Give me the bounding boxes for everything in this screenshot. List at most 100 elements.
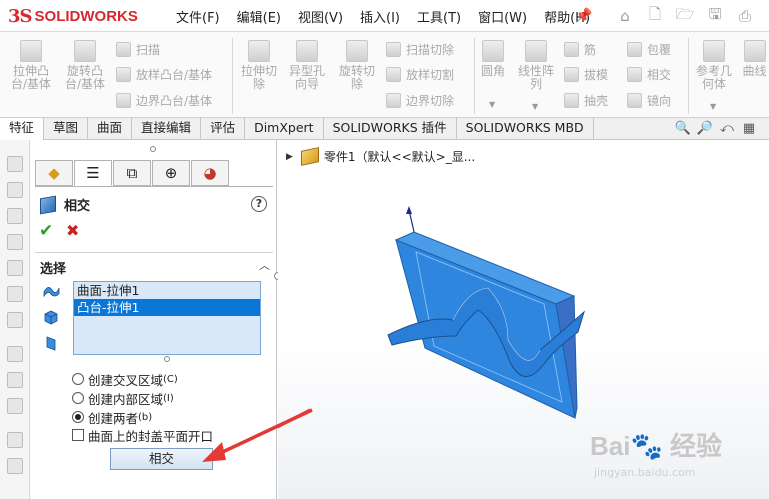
strip-tool-icon[interactable] bbox=[7, 234, 23, 250]
title-bar: 3S SOLIDWORKS 文件(F) 编辑(E) 视图(V) 插入(I) 工具… bbox=[0, 0, 769, 32]
strip-tool-icon[interactable] bbox=[7, 286, 23, 302]
graphics-area[interactable]: ▶ 零件1（默认<<默认>_显... Bai🐾 经验 jingyan.baidu… bbox=[278, 140, 769, 499]
revolve-cut-icon bbox=[346, 40, 368, 62]
zoom-to-area-icon[interactable]: 🔎 bbox=[694, 121, 716, 138]
strip-tool-icon[interactable] bbox=[7, 260, 23, 276]
radio-button[interactable] bbox=[72, 373, 84, 385]
collapse-chevron-icon[interactable]: ︿ bbox=[259, 257, 270, 273]
fillet-dropdown-icon[interactable]: ▼ bbox=[489, 100, 495, 109]
sweep-icon bbox=[116, 41, 131, 57]
create-both-option[interactable]: 创建两者 (b) bbox=[72, 408, 152, 426]
menu-view[interactable]: 视图(V) bbox=[298, 7, 343, 26]
display-manager-tab-icon[interactable]: ◕ bbox=[191, 160, 229, 186]
curves-button[interactable]: 曲线 bbox=[740, 40, 769, 78]
shell-button[interactable]: 抽壳 bbox=[564, 91, 608, 109]
revolve-cut-button[interactable]: 旋转切除 bbox=[334, 40, 380, 91]
strip-tool-icon[interactable] bbox=[7, 156, 23, 172]
reference-geometry-button[interactable]: 参考几何体 bbox=[692, 40, 736, 91]
ribbon-divider bbox=[688, 38, 689, 114]
create-intersect-region-option[interactable]: 创建交叉区域 (C) bbox=[72, 370, 178, 388]
radio-button[interactable] bbox=[72, 392, 84, 404]
help-icon[interactable]: ? bbox=[251, 196, 267, 212]
option-shortcut: (I) bbox=[163, 392, 174, 404]
tab-sketch[interactable]: 草图 bbox=[44, 118, 89, 139]
ribbon-divider bbox=[232, 38, 233, 114]
linear-pattern-label: 线性阵列 bbox=[517, 64, 554, 91]
command-manager-tabs: 特征 草图 曲面 直接编辑 评估 DimXpert SOLIDWORKS 插件 … bbox=[0, 118, 769, 140]
listbox-resize-grip[interactable] bbox=[164, 356, 170, 362]
tab-dimxpert[interactable]: DimXpert bbox=[245, 118, 324, 139]
strip-tool-icon[interactable] bbox=[7, 182, 23, 198]
create-internal-region-option[interactable]: 创建内部区域 (I) bbox=[72, 389, 174, 407]
sweep-button[interactable]: 扫描 bbox=[116, 40, 160, 58]
zoom-to-fit-icon[interactable]: 🔍 bbox=[672, 121, 694, 138]
radio-button-selected[interactable] bbox=[72, 411, 84, 423]
menu-file[interactable]: 文件(F) bbox=[176, 7, 220, 26]
configuration-manager-tab-icon[interactable]: ⧉ bbox=[113, 160, 151, 186]
open-folder-icon[interactable]: 🗁 bbox=[670, 4, 700, 28]
reference-geometry-dropdown-icon[interactable]: ▼ bbox=[710, 102, 716, 111]
tab-solidworks-addins[interactable]: SOLIDWORKS 插件 bbox=[324, 118, 457, 139]
list-item[interactable]: 曲面-拉伸1 bbox=[74, 282, 260, 299]
feature-title: 相交 bbox=[40, 195, 90, 214]
loft-boss-button[interactable]: 放样凸台/基体 bbox=[116, 65, 212, 83]
sweep-cut-button[interactable]: 扫描切除 bbox=[386, 40, 454, 58]
rib-button[interactable]: 筋 bbox=[564, 40, 596, 58]
new-document-icon[interactable]: 🗋 bbox=[640, 4, 670, 28]
tab-direct-editing[interactable]: 直接编辑 bbox=[132, 118, 202, 139]
strip-tool-icon[interactable] bbox=[7, 208, 23, 224]
loft-cut-button[interactable]: 放样切割 bbox=[386, 65, 454, 83]
intersect-ribbon-button[interactable]: 相交 bbox=[627, 65, 671, 83]
previous-view-icon[interactable]: ⤺ bbox=[716, 121, 738, 138]
checkbox[interactable] bbox=[72, 429, 84, 441]
cancel-x-icon[interactable]: ✖ bbox=[66, 221, 79, 240]
mirror-label: 镜向 bbox=[647, 93, 672, 108]
strip-tool-icon[interactable] bbox=[7, 346, 23, 362]
strip-tool-icon[interactable] bbox=[7, 458, 23, 474]
dimxpert-manager-tab-icon[interactable]: ⊕ bbox=[152, 160, 190, 186]
ok-checkmark-icon[interactable]: ✔ bbox=[39, 221, 53, 241]
intersect-apply-button[interactable]: 相交 bbox=[110, 448, 213, 470]
tab-solidworks-mbd[interactable]: SOLIDWORKS MBD bbox=[457, 118, 594, 139]
property-manager-tab-icon[interactable]: ☰ bbox=[74, 160, 112, 186]
list-item[interactable]: 凸台-拉伸1 bbox=[74, 299, 260, 316]
home-icon[interactable]: ⌂ bbox=[610, 4, 640, 28]
solidworks-logo-text: SOLIDWORKS bbox=[34, 7, 138, 25]
menu-edit[interactable]: 编辑(E) bbox=[237, 7, 281, 26]
strip-tool-icon[interactable] bbox=[7, 372, 23, 388]
tab-surfaces[interactable]: 曲面 bbox=[88, 118, 133, 139]
mirror-icon bbox=[627, 92, 642, 108]
strip-tool-icon[interactable] bbox=[7, 432, 23, 448]
mirror-button[interactable]: 镜向 bbox=[627, 91, 671, 109]
print-icon[interactable]: ⎙ bbox=[730, 4, 760, 28]
solidworks-logo[interactable]: 3S SOLIDWORKS bbox=[8, 4, 158, 28]
tab-features[interactable]: 特征 bbox=[0, 118, 45, 140]
hole-wizard-button[interactable]: 异型孔向导 bbox=[284, 40, 330, 91]
draft-button[interactable]: 拔模 bbox=[564, 65, 608, 83]
menu-insert[interactable]: 插入(I) bbox=[360, 7, 400, 26]
linear-pattern-button[interactable]: 线性阵列 bbox=[514, 40, 558, 91]
menu-window[interactable]: 窗口(W) bbox=[478, 7, 527, 26]
revolve-boss-button[interactable]: 旋转凸台/基体 bbox=[60, 40, 110, 91]
save-icon[interactable]: 🖫 bbox=[700, 4, 730, 28]
tab-evaluate[interactable]: 评估 bbox=[201, 118, 246, 139]
wrap-button[interactable]: 包覆 bbox=[627, 40, 671, 58]
boundary-cut-button[interactable]: 边界切除 bbox=[386, 91, 454, 109]
pattern-dropdown-icon[interactable]: ▼ bbox=[532, 102, 538, 111]
menu-tools[interactable]: 工具(T) bbox=[417, 7, 461, 26]
loft-boss-icon bbox=[116, 66, 131, 82]
pin-icon[interactable]: 📌 bbox=[575, 8, 592, 24]
boundary-boss-button[interactable]: 边界凸台/基体 bbox=[116, 91, 212, 109]
boundary-boss-label: 边界凸台/基体 bbox=[136, 93, 213, 108]
feature-manager-tab-icon[interactable]: ◆ bbox=[35, 160, 73, 186]
section-view-icon[interactable]: ▦ bbox=[738, 121, 760, 138]
cap-planar-openings-option[interactable]: 曲面上的封盖平面开口 bbox=[72, 426, 213, 444]
strip-tool-icon[interactable] bbox=[7, 312, 23, 328]
panel-resize-grip[interactable] bbox=[150, 146, 156, 152]
extrude-cut-button[interactable]: 拉伸切除 bbox=[236, 40, 282, 91]
extrude-boss-button[interactable]: 拉伸凸台/基体 bbox=[6, 40, 56, 91]
selections-listbox[interactable]: 曲面-拉伸1 凸台-拉伸1 bbox=[73, 281, 261, 355]
manager-tabs: ◆ ☰ ⧉ ⊕ ◕ bbox=[35, 160, 230, 186]
strip-tool-icon[interactable] bbox=[7, 398, 23, 414]
fillet-button[interactable]: 圆角 bbox=[478, 40, 508, 78]
